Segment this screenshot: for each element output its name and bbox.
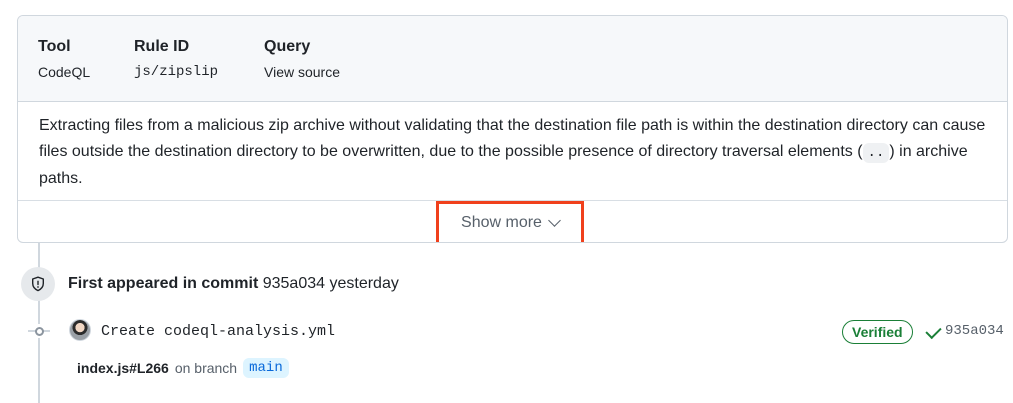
meta-rule-id-title: Rule ID [134,38,190,55]
meta-tool-title: Tool [38,38,71,55]
event-commit-sha[interactable]: 935a034 [263,275,325,292]
verified-badge[interactable]: Verified [842,320,913,344]
commit-sha-link[interactable]: 935a034 [945,323,1004,339]
event-time: yesterday [329,275,399,292]
view-source-link[interactable]: View source [264,64,340,80]
description-text-start: Extracting files from a malicious zip ar… [39,117,986,160]
chevron-down-icon [548,214,561,227]
avatar[interactable] [69,319,91,341]
alert-details-card: Tool CodeQL Rule ID js/zipslip Query Vie… [17,15,1008,243]
alert-location: index.js#L266 on branch main [77,358,289,378]
meta-rule-id: Rule ID js/zipslip [134,38,218,80]
file-reference[interactable]: index.js#L266 [77,360,169,376]
meta-query: Query View source [264,38,340,80]
meta-tool: Tool CodeQL [38,38,90,80]
branch-label[interactable]: main [243,358,289,378]
commit-message-link[interactable]: Create codeql-analysis.yml [101,323,335,340]
shield-alert-icon [21,267,55,301]
on-branch-text: on branch [174,360,238,376]
show-more-button[interactable]: Show more [436,201,584,242]
git-commit-icon [28,324,50,338]
alert-description: Extracting files from a malicious zip ar… [39,113,989,192]
check-icon [925,322,942,340]
show-more-label: Show more [461,214,542,231]
description-code: .. [862,143,890,163]
alert-meta-header: Tool CodeQL Rule ID js/zipslip Query Vie… [18,16,1007,102]
meta-rule-id-value: js/zipslip [134,64,219,80]
event-label: First appeared in commit [68,275,259,292]
card-footer: Show more [18,200,1007,242]
meta-query-title: Query [264,38,311,55]
first-appeared-event: First appeared in commit 935a034 yesterd… [68,275,399,293]
meta-tool-value: CodeQL [38,64,91,80]
